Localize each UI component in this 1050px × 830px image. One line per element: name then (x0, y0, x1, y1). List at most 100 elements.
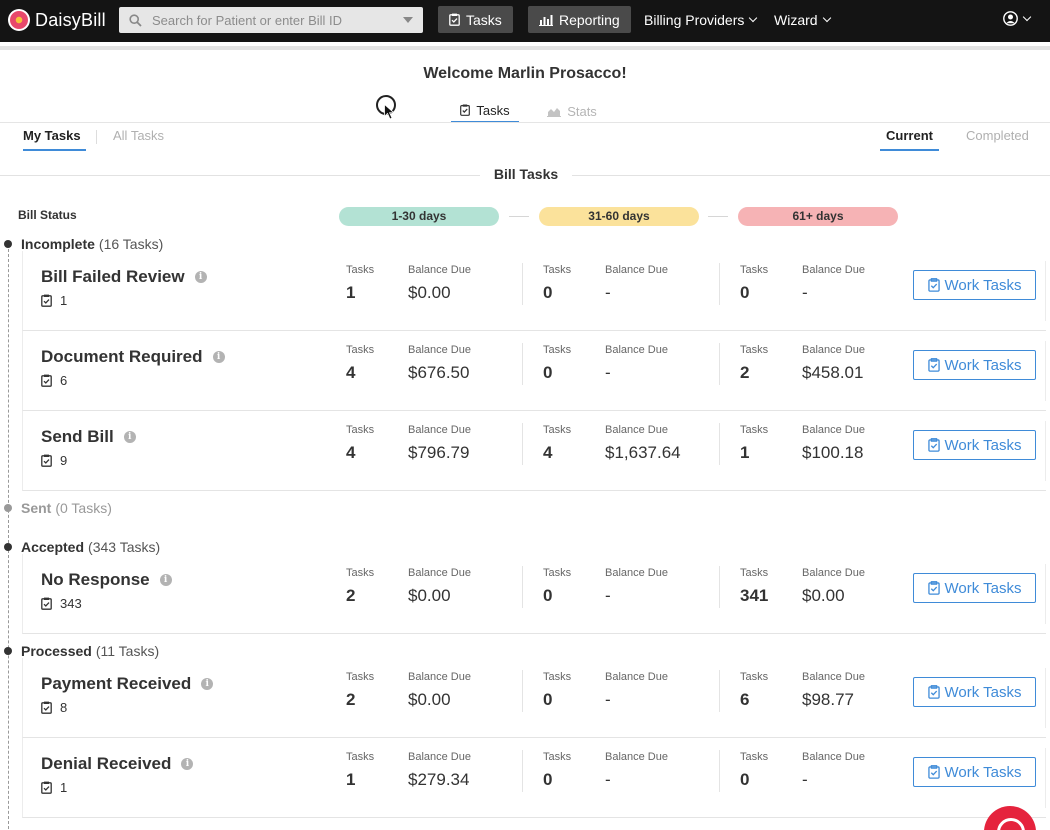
search-box[interactable] (119, 7, 423, 33)
clipboard-check-icon (449, 13, 460, 26)
group-header: Incomplete (16 Tasks) (4, 236, 163, 252)
group-count: (0 Tasks) (55, 500, 112, 516)
task-count-value: 9 (60, 453, 68, 468)
work-tasks-label: Work Tasks (944, 579, 1022, 597)
bucket-balance: $458.01 (802, 363, 864, 382)
balance-column-label: Balance Due (802, 751, 865, 763)
logo-text: DaisyBill (35, 9, 106, 30)
bucket-task-count: 2 (346, 690, 356, 709)
tasks-column-label: Tasks (346, 424, 375, 436)
group-header: Accepted (343 Tasks) (4, 539, 160, 555)
section-title: Bill Tasks (480, 166, 572, 182)
balance-column-label: Balance Due (605, 751, 668, 763)
work-tasks-label: Work Tasks (944, 683, 1022, 701)
group-header: Processed (11 Tasks) (4, 643, 159, 659)
group-count: (343 Tasks) (88, 539, 161, 555)
balance-column-label: Balance Due (408, 567, 471, 579)
nav-tasks-label: Tasks (466, 11, 502, 28)
tasks-column-label: Tasks (346, 264, 375, 276)
nav-reporting-button[interactable]: Reporting (528, 6, 631, 33)
tasks-column-label: Tasks (740, 751, 769, 763)
tasks-column-label: Tasks (740, 671, 769, 683)
task-row: Document Required i 6 Tasks Balance Due 4 $676… (22, 331, 1046, 411)
bucket-balance: - (605, 283, 611, 302)
task-title: Bill Failed Review i (41, 267, 207, 287)
group-name: Incomplete (21, 236, 95, 252)
balance-column-label: Balance Due (802, 424, 865, 436)
info-icon[interactable]: i (194, 271, 207, 283)
tab-tasks[interactable]: Tasks (451, 99, 519, 123)
task-title-text: No Response (41, 570, 150, 589)
user-menu[interactable] (1003, 11, 1032, 26)
bucket-task-count: 4 (346, 443, 356, 462)
work-tasks-button[interactable]: Work Tasks (913, 757, 1036, 787)
task-row: No Response i 343 Tasks Balance Due 2 $0.00 Tas… (22, 554, 1046, 634)
bucket-task-count: 0 (543, 363, 553, 382)
bucket-separator (719, 670, 720, 712)
tab-all-tasks[interactable]: All Tasks (113, 128, 164, 151)
balance-column-label: Balance Due (408, 671, 471, 683)
bucket-task-count: 0 (543, 283, 553, 302)
bucket-separator (522, 423, 523, 465)
bucket-balance: $796.79 (408, 443, 470, 462)
bucket-task-count: 341 (740, 586, 769, 605)
clipboard-check-icon (460, 104, 471, 116)
clipboard-check-icon (41, 781, 52, 794)
info-icon[interactable]: i (159, 574, 172, 586)
tab-current[interactable]: Current (880, 128, 939, 151)
clipboard-check-icon (41, 597, 52, 610)
dropdown-caret-icon[interactable] (403, 17, 413, 23)
bucket-pill-61-plus: 61+ days (738, 207, 898, 226)
task-title: Denial Received i (41, 754, 194, 774)
group-name: Accepted (21, 539, 85, 555)
work-tasks-label: Work Tasks (944, 436, 1022, 454)
bucket-balance: $0.00 (802, 586, 845, 605)
work-tasks-button[interactable]: Work Tasks (913, 573, 1036, 603)
info-icon[interactable]: i (212, 351, 225, 363)
tasks-column-label: Tasks (543, 344, 572, 356)
nav-billing-providers[interactable]: Billing Providers (644, 12, 758, 28)
task-title-text: Denial Received (41, 754, 172, 773)
nav-wizard[interactable]: Wizard (774, 12, 831, 28)
task-row: Payment Received i 8 Tasks Balance Due 2 $0.00… (22, 658, 1046, 738)
search-input[interactable] (152, 12, 392, 28)
clipboard-check-icon (927, 278, 940, 292)
clipboard-check-icon (41, 701, 52, 714)
work-tasks-button[interactable]: Work Tasks (913, 350, 1036, 380)
top-navbar: DaisyBill Tasks Reporting Billing Provid… (0, 0, 1050, 42)
tab-completed[interactable]: Completed (966, 128, 1029, 151)
nav-tasks-button[interactable]: Tasks (438, 6, 513, 33)
group-header: Sent (0 Tasks) (4, 500, 112, 516)
logo[interactable]: DaisyBill (8, 9, 106, 31)
tasks-column-label: Tasks (543, 567, 572, 579)
task-count: 6 (41, 373, 67, 388)
balance-column-label: Balance Due (605, 264, 668, 276)
tabs-divider (0, 122, 1050, 123)
task-title-text: Document Required (41, 347, 203, 366)
bucket-separator (719, 263, 720, 305)
info-icon[interactable]: i (201, 678, 214, 690)
bar-chart-icon (539, 14, 553, 26)
tasks-column-label: Tasks (543, 424, 572, 436)
balance-column-label: Balance Due (408, 751, 471, 763)
tab-my-tasks[interactable]: My Tasks (23, 128, 86, 151)
balance-column-label: Balance Due (408, 344, 471, 356)
balance-column-label: Balance Due (605, 567, 668, 579)
balance-column-label: Balance Due (408, 424, 471, 436)
bucket-task-count: 1 (346, 770, 356, 789)
work-tasks-button[interactable]: Work Tasks (913, 677, 1036, 707)
task-count: 9 (41, 453, 67, 468)
daisy-logo-icon (8, 9, 30, 31)
info-icon[interactable]: i (181, 758, 194, 770)
tab-stats[interactable]: Stats (544, 99, 600, 123)
task-count-value: 1 (60, 293, 68, 308)
work-tasks-button[interactable]: Work Tasks (913, 430, 1036, 460)
mouse-pointer-icon (384, 104, 395, 120)
work-tasks-button[interactable]: Work Tasks (913, 270, 1036, 300)
balance-column-label: Balance Due (802, 671, 865, 683)
bucket-separator (719, 343, 720, 385)
bucket-task-count: 1 (740, 443, 750, 462)
tasks-column-label: Tasks (740, 567, 769, 579)
info-icon[interactable]: i (123, 431, 136, 443)
tasks-column-label: Tasks (740, 264, 769, 276)
